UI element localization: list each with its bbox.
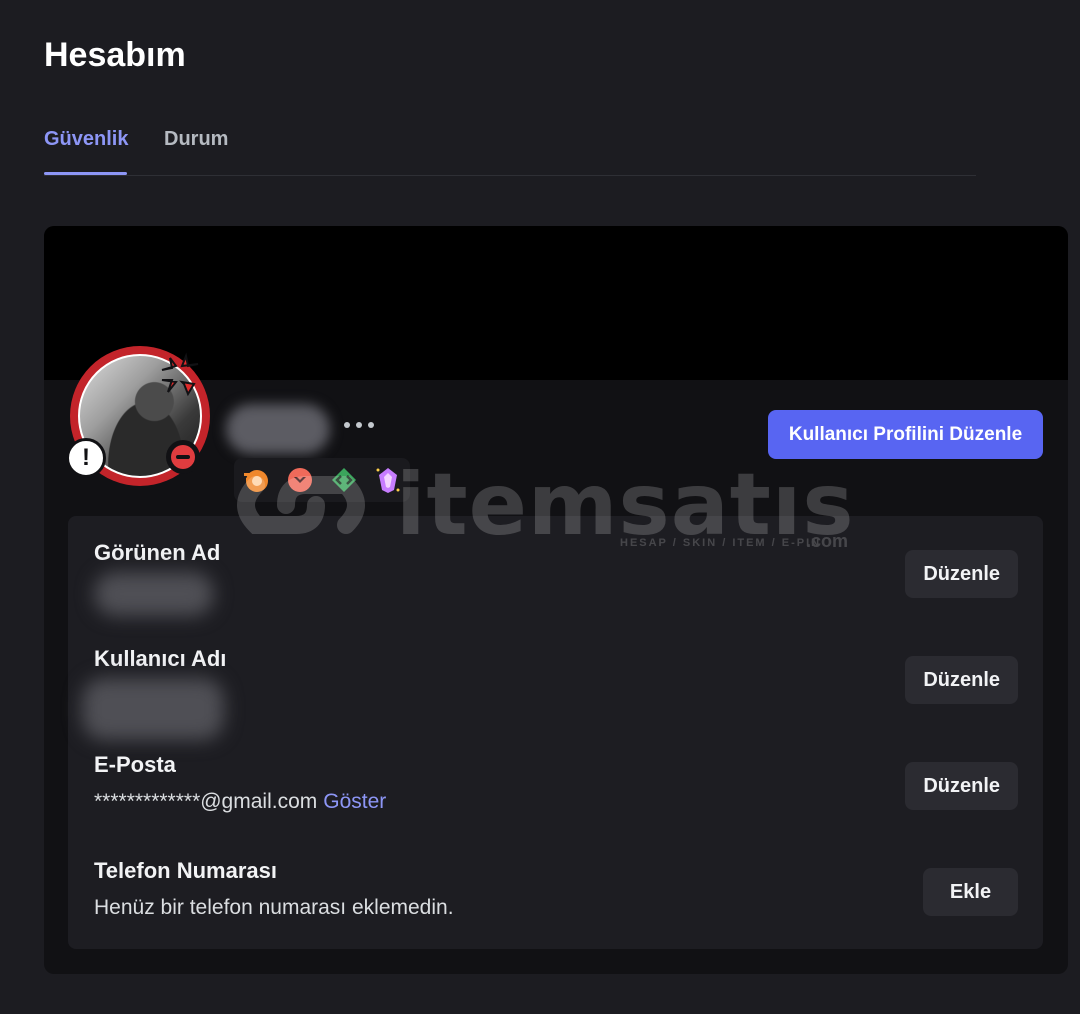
display-name-label: Görünen Ad: [94, 540, 221, 565]
phone-row: Telefon Numarası Henüz bir telefon numar…: [94, 858, 1018, 948]
account-info-panel: Görünen Ad Düzenle Kullanıcı Adı Düzenle…: [68, 516, 1043, 949]
username-row: Kullanıcı Adı Düzenle: [82, 646, 1018, 740]
account-page: Hesabım Güvenlik Durum ! Kullanıcı Profi…: [0, 0, 1080, 1014]
email-value-line: *************@gmail.com Göster: [94, 790, 1018, 814]
avatar[interactable]: !: [66, 346, 210, 486]
developer-badge-icon[interactable]: [330, 466, 358, 494]
tab-security[interactable]: Güvenlik: [44, 128, 128, 151]
phone-value: Henüz bir telefon numarası eklemedin.: [94, 896, 454, 919]
badge-list: [234, 458, 410, 502]
anger-icon: [161, 352, 199, 397]
profile-card: ! Kullanıcı Profilini Düzenle Görünen Ad…: [44, 226, 1068, 974]
email-value: *************@gmail.com: [94, 790, 318, 813]
dnd-status-icon: [166, 440, 200, 474]
redacted-display-name: [94, 572, 214, 616]
display-name-row: Görünen Ad Düzenle: [94, 540, 1018, 630]
add-phone-button[interactable]: Ekle: [923, 868, 1018, 916]
email-row: E-Posta *************@gmail.com Göster Dü…: [94, 752, 1018, 842]
alert-icon: !: [66, 438, 106, 478]
active-tab-indicator: [44, 172, 127, 175]
edit-display-name-button[interactable]: Düzenle: [905, 550, 1018, 598]
redacted-username-value: [82, 678, 224, 740]
username-label: Kullanıcı Adı: [94, 646, 227, 671]
phone-label: Telefon Numarası: [94, 858, 277, 883]
reveal-email-link[interactable]: Göster: [323, 790, 386, 813]
edit-username-button[interactable]: Düzenle: [905, 656, 1018, 704]
nitro-gem-badge-icon[interactable]: [374, 466, 402, 494]
redacted-username: [226, 404, 330, 454]
tab-status[interactable]: Durum: [164, 128, 228, 151]
email-label: E-Posta: [94, 752, 176, 777]
quest-badge-icon[interactable]: [286, 466, 314, 494]
hypesquad-badge-icon[interactable]: [242, 466, 270, 494]
edit-email-button[interactable]: Düzenle: [905, 762, 1018, 810]
tab-bar: Güvenlik Durum: [44, 124, 976, 176]
more-dots-icon[interactable]: [344, 422, 374, 428]
edit-user-profile-button[interactable]: Kullanıcı Profilini Düzenle: [768, 410, 1043, 459]
page-title: Hesabım: [44, 36, 186, 74]
